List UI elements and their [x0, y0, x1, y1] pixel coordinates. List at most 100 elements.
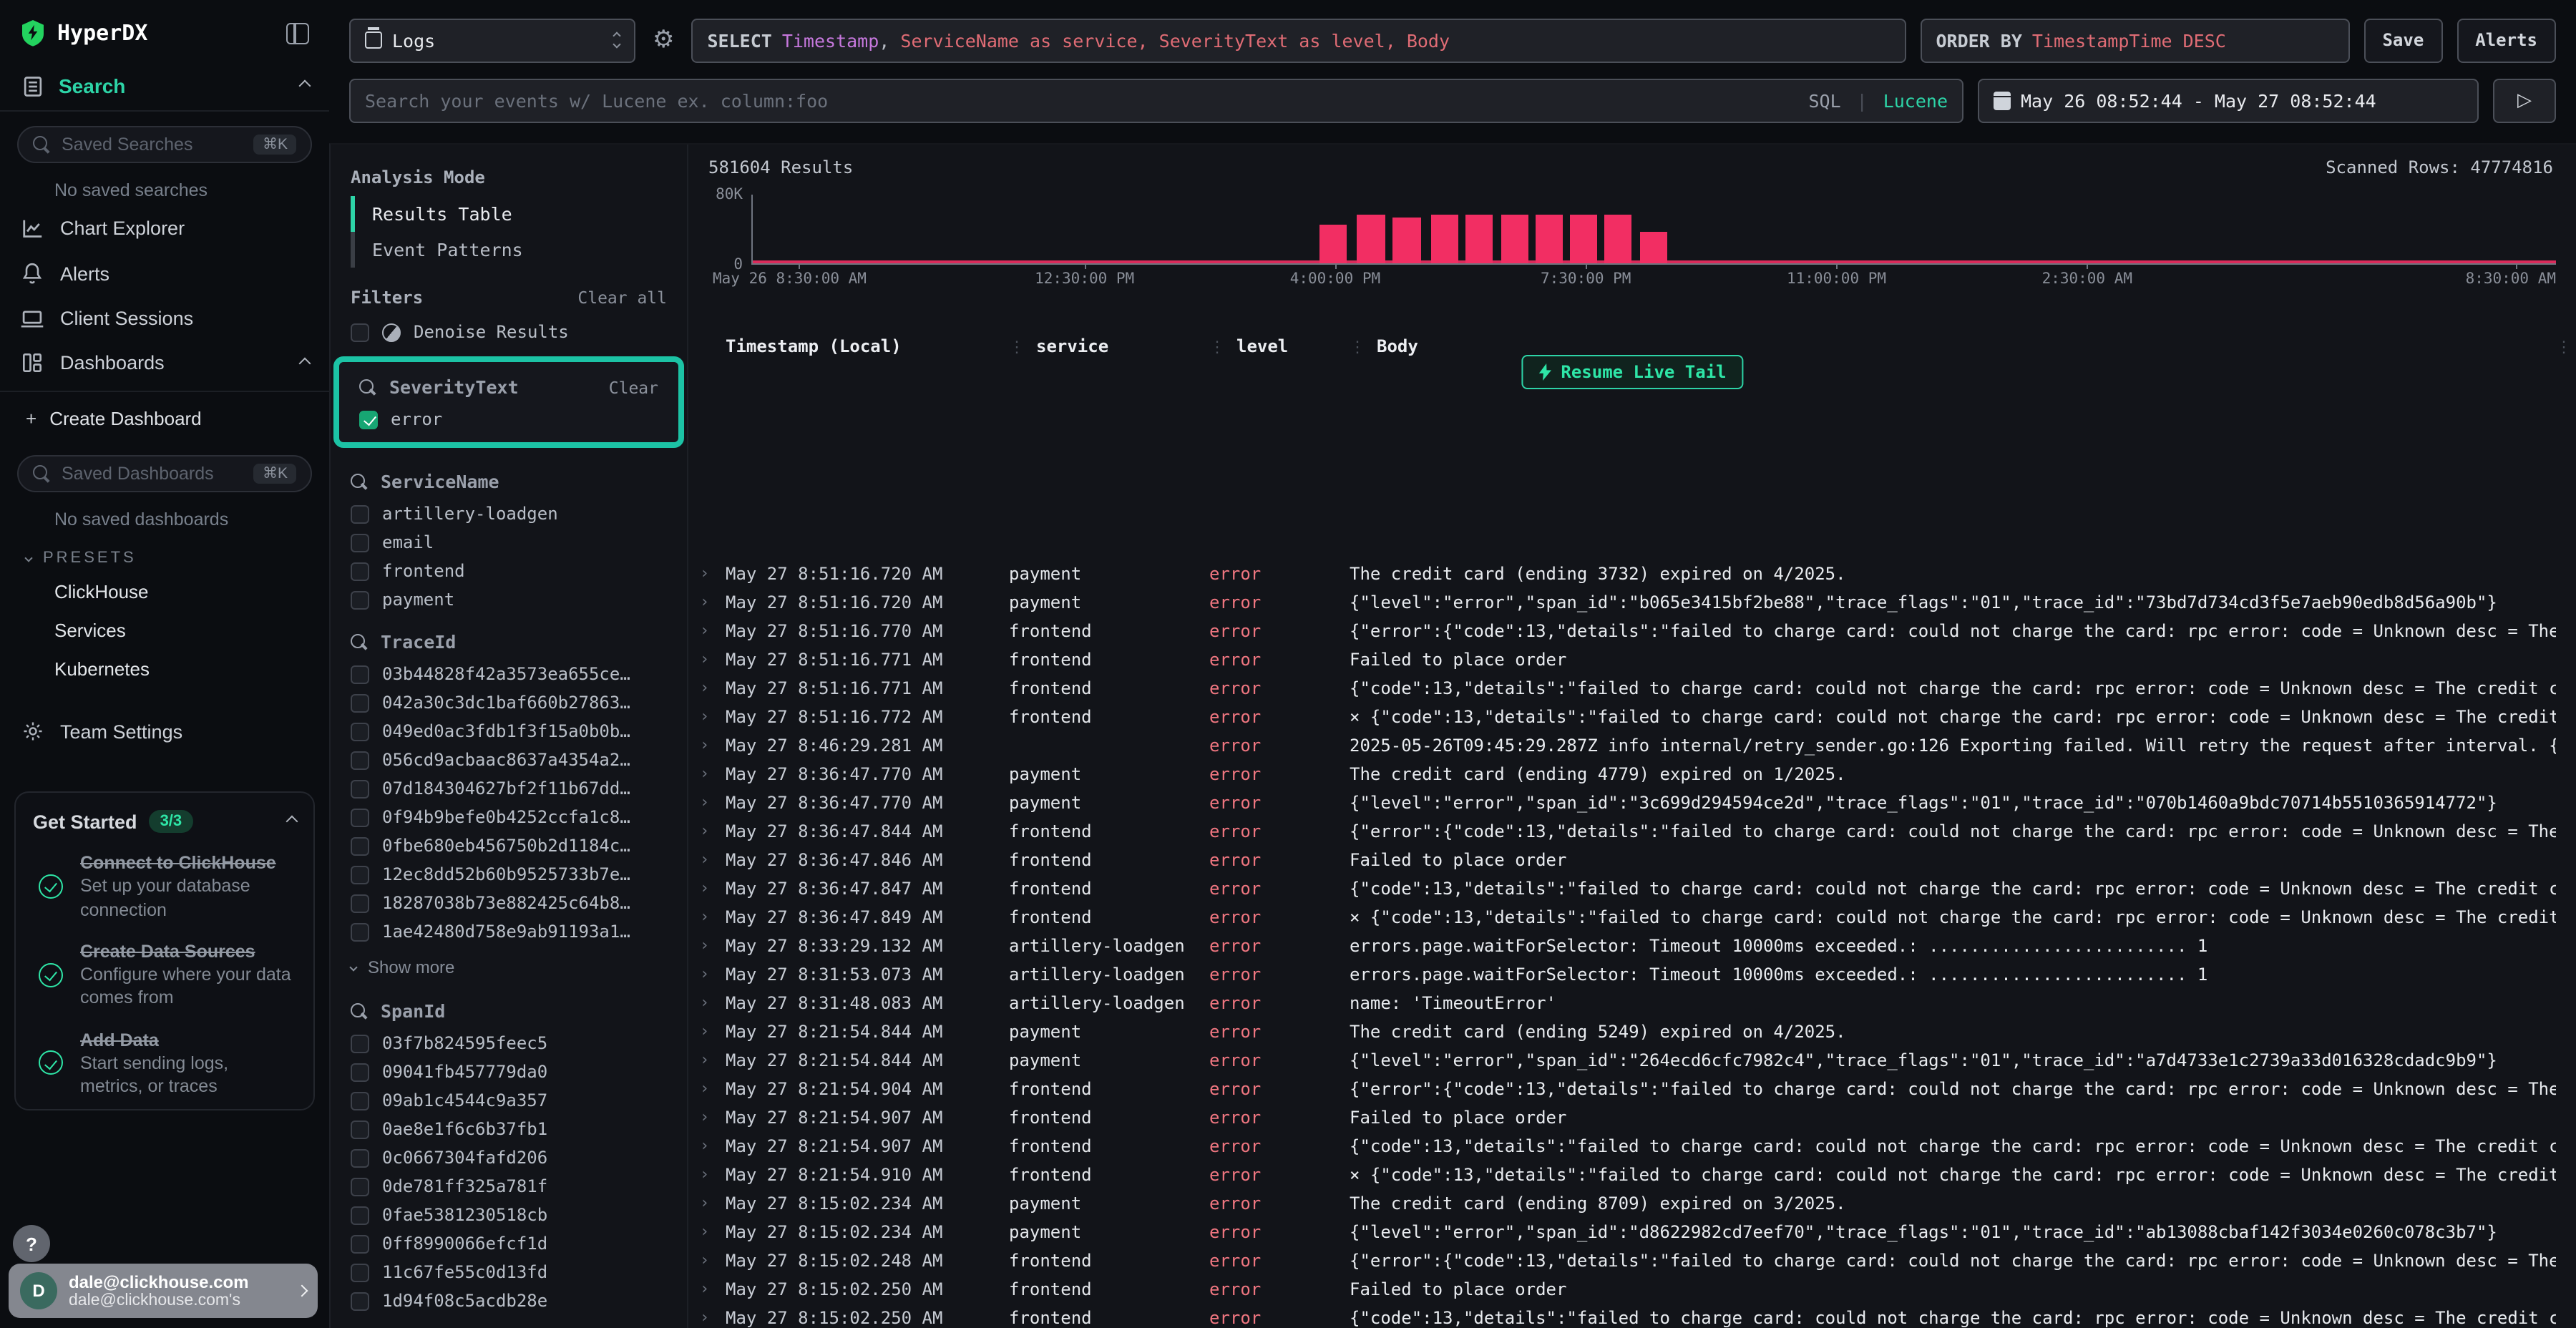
checkbox[interactable]: [351, 1292, 369, 1310]
table-row[interactable]: ›May 27 8:15:02.250 AMfrontenderrorFaile…: [688, 1275, 2576, 1304]
checkbox[interactable]: [351, 590, 369, 609]
table-row[interactable]: ›May 27 8:51:16.720 AMpaymenterror{"leve…: [688, 588, 2576, 617]
filter-value-row[interactable]: 1d94f08c5acdb28e: [331, 1286, 687, 1315]
filter-value-row[interactable]: 056cd9acbaac8637a4354a2…: [331, 746, 687, 774]
resume-live-tail-button[interactable]: Resume Live Tail: [1521, 355, 1743, 389]
filter-value-row[interactable]: payment: [331, 585, 687, 614]
filter-value-row[interactable]: 09041fb457779da0: [331, 1058, 687, 1086]
search-icon[interactable]: [351, 473, 368, 490]
table-row[interactable]: ›May 27 8:36:47.846 AMfrontenderrorFaile…: [688, 846, 2576, 874]
denoise-results-checkbox-row[interactable]: Denoise Results: [331, 316, 687, 348]
column-resize-handle[interactable]: ⋮: [1350, 337, 1365, 356]
checkbox[interactable]: [351, 1091, 369, 1110]
filter-value-row[interactable]: 042a30c3dc1baf660b27863…: [331, 688, 687, 717]
row-expander[interactable]: ›: [700, 788, 726, 817]
checkbox[interactable]: [351, 1177, 369, 1196]
row-expander[interactable]: ›: [700, 1075, 726, 1103]
filter-value-row[interactable]: 0fae5381230518cb: [331, 1201, 687, 1229]
table-row[interactable]: ›May 27 8:21:54.910 AMfrontenderror× {"c…: [688, 1161, 2576, 1189]
source-settings-gear-icon[interactable]: ⚙: [650, 28, 678, 52]
row-expander[interactable]: ›: [700, 703, 726, 731]
get-started-task[interactable]: Create Data SourcesConfigure where your …: [39, 940, 296, 1010]
preset-item-services[interactable]: Services: [0, 611, 329, 650]
row-expander[interactable]: ›: [700, 960, 726, 989]
checkbox[interactable]: [351, 504, 369, 523]
search-icon[interactable]: [351, 633, 368, 650]
preset-item-kubernetes[interactable]: Kubernetes: [0, 650, 329, 688]
filter-value-row[interactable]: email: [331, 528, 687, 557]
filter-value-row[interactable]: 049ed0ac3fdb1f3f15a0b0b…: [331, 717, 687, 746]
checkbox[interactable]: [351, 836, 369, 855]
row-expander[interactable]: ›: [700, 1304, 726, 1328]
clear-filter-button[interactable]: Clear: [609, 377, 658, 397]
table-row[interactable]: ›May 27 8:36:47.770 AMpaymenterrorThe cr…: [688, 760, 2576, 788]
filter-value-row[interactable]: 03f7b824595feec5: [331, 1029, 687, 1058]
filter-value-row[interactable]: 09ab1c4544c9a357: [331, 1086, 687, 1115]
checkbox[interactable]: [351, 665, 369, 683]
table-row[interactable]: ›May 27 8:36:47.847 AMfrontenderror{"cod…: [688, 874, 2576, 903]
search-icon[interactable]: [351, 1002, 368, 1020]
run-query-button[interactable]: ▷: [2493, 78, 2556, 122]
checkbox[interactable]: [351, 562, 369, 580]
filter-value-row[interactable]: error: [339, 405, 678, 434]
save-button[interactable]: Save: [2363, 18, 2442, 62]
sidebar-item-search[interactable]: Search: [0, 62, 329, 112]
saved-dashboards-input[interactable]: Saved Dashboards ⌘K: [17, 455, 312, 492]
checkbox[interactable]: [351, 1148, 369, 1167]
table-row[interactable]: ›May 27 8:15:02.250 AMfrontenderror{"cod…: [688, 1304, 2576, 1328]
table-row[interactable]: ›May 27 8:15:02.234 AMpaymenterror{"leve…: [688, 1218, 2576, 1246]
table-row[interactable]: ›May 27 8:21:54.904 AMfrontenderror{"err…: [688, 1075, 2576, 1103]
sidebar-item-client-sessions[interactable]: Client Sessions: [0, 296, 329, 341]
row-expander[interactable]: ›: [700, 674, 726, 703]
table-row[interactable]: ›May 27 8:36:47.844 AMfrontenderror{"err…: [688, 817, 2576, 846]
row-expander[interactable]: ›: [700, 1046, 726, 1075]
saved-searches-input[interactable]: Saved Searches ⌘K: [17, 126, 312, 163]
filter-value-row[interactable]: artillery-loadgen: [331, 499, 687, 528]
filter-value-row[interactable]: frontend: [331, 557, 687, 585]
checkbox[interactable]: [351, 1263, 369, 1281]
sidebar-item-team-settings[interactable]: Team Settings: [0, 708, 329, 754]
checkbox[interactable]: [351, 1206, 369, 1224]
table-row[interactable]: ›May 27 8:15:02.248 AMfrontenderror{"err…: [688, 1246, 2576, 1275]
filter-value-row[interactable]: 0ff8990066efcf1d: [331, 1229, 687, 1258]
date-range-picker[interactable]: May 26 08:52:44 - May 27 08:52:44: [1978, 78, 2479, 122]
checkbox[interactable]: [351, 751, 369, 769]
table-row[interactable]: ›May 27 8:36:47.770 AMpaymenterror{"leve…: [688, 788, 2576, 817]
checkbox[interactable]: [351, 1034, 369, 1053]
column-resize-handle[interactable]: ⋮: [2556, 337, 2572, 356]
row-expander[interactable]: ›: [700, 588, 726, 617]
source-select[interactable]: Logs: [349, 18, 635, 62]
mode-lucene-toggle[interactable]: Lucene: [1883, 89, 1948, 111]
table-row[interactable]: ›May 27 8:15:02.234 AMpaymenterrorThe cr…: [688, 1189, 2576, 1218]
table-row[interactable]: ›May 27 8:51:16.771 AMfrontenderror{"cod…: [688, 674, 2576, 703]
row-expander[interactable]: ›: [700, 731, 726, 760]
analysis-mode-results-table[interactable]: Results Table: [351, 196, 687, 232]
sidebar-item-chart-explorer[interactable]: Chart Explorer: [0, 206, 329, 250]
show-more-button[interactable]: Show more: [331, 946, 687, 983]
get-started-task[interactable]: Add DataStart sending logs, metrics, or …: [39, 1028, 296, 1098]
table-row[interactable]: ›May 27 8:21:54.844 AMpaymenterrorThe cr…: [688, 1017, 2576, 1046]
get-started-task[interactable]: Connect to ClickHouseSet up your databas…: [39, 851, 296, 922]
column-resize-handle[interactable]: ⋮: [1209, 337, 1225, 356]
row-expander[interactable]: ›: [700, 1189, 726, 1218]
filter-value-row[interactable]: 18287038b73e882425c64b8…: [331, 889, 687, 917]
lucene-search-input[interactable]: Search your events w/ Lucene ex. column:…: [349, 78, 1963, 122]
search-icon[interactable]: [359, 379, 376, 396]
checkbox[interactable]: [351, 1120, 369, 1138]
row-expander[interactable]: ›: [700, 903, 726, 932]
checkbox[interactable]: [351, 1234, 369, 1253]
filter-value-row[interactable]: 1ae42480d758e9ab91193a1…: [331, 917, 687, 946]
column-resize-handle[interactable]: ⋮: [1009, 337, 1025, 356]
row-expander[interactable]: ›: [700, 932, 726, 960]
filter-value-row[interactable]: 0c0667304fafd206: [331, 1143, 687, 1172]
chevron-up-icon[interactable]: [286, 816, 298, 828]
table-row[interactable]: ›May 27 8:31:48.083 AMartillery-loadgene…: [688, 989, 2576, 1017]
table-row[interactable]: ›May 27 8:21:54.907 AMfrontenderror{"cod…: [688, 1132, 2576, 1161]
row-expander[interactable]: ›: [700, 617, 726, 645]
filter-value-row[interactable]: 0f94b9befe0b4252ccfa1c8…: [331, 803, 687, 831]
checkbox[interactable]: [351, 722, 369, 741]
order-by-input[interactable]: ORDER BY TimestampTime DESC: [1920, 18, 2349, 62]
table-row[interactable]: ›May 27 8:51:16.772 AMfrontenderror× {"c…: [688, 703, 2576, 731]
row-expander[interactable]: ›: [700, 1132, 726, 1161]
filter-value-row[interactable]: 0fbe680eb456750b2d1184c…: [331, 831, 687, 860]
